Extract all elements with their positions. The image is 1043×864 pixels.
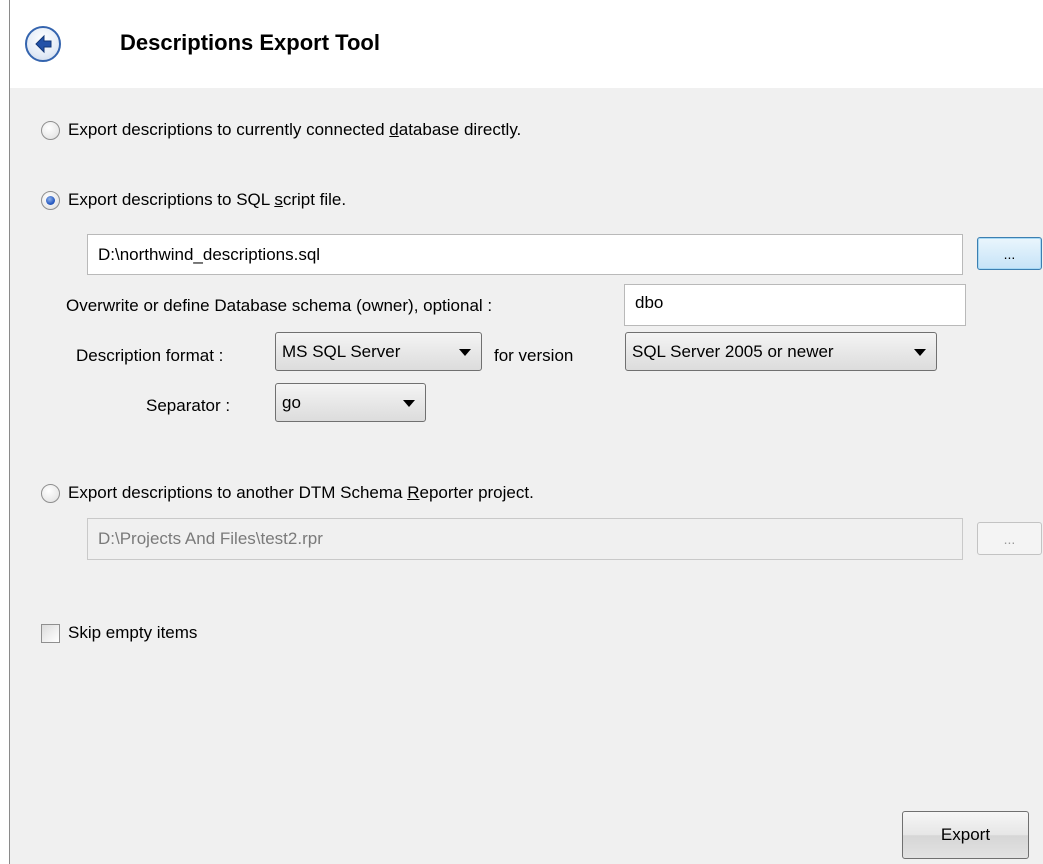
page-title: Descriptions Export Tool [120, 30, 380, 55]
sql-file-path-input[interactable]: D:\northwind_descriptions.sql [87, 234, 963, 275]
separator-label: Separator : [146, 396, 231, 415]
description-format-value: MS SQL Server [282, 341, 401, 361]
radio-export-project-label: Export descriptions to another DTM Schem… [68, 483, 534, 502]
separator-value: go [282, 392, 301, 412]
chevron-down-icon [914, 348, 926, 356]
back-button[interactable] [25, 26, 61, 62]
radio-export-project[interactable]: Export descriptions to another DTM Schem… [41, 483, 534, 503]
version-select[interactable]: SQL Server 2005 or newer [625, 332, 937, 371]
chevron-down-icon [459, 348, 471, 356]
radio-button-selected[interactable] [41, 190, 60, 210]
version-value: SQL Server 2005 or newer [632, 341, 834, 361]
sql-file-browse-button[interactable]: ... [977, 237, 1042, 270]
schema-label: Overwrite or define Database schema (own… [66, 296, 493, 315]
export-tool-window: Descriptions Export Tool Export descript… [0, 0, 1043, 864]
description-format-select[interactable]: MS SQL Server [275, 332, 482, 371]
version-label: for version [494, 346, 574, 365]
radio-export-sql-script[interactable]: Export descriptions to SQL script file. [41, 190, 346, 210]
radio-export-direct[interactable]: Export descriptions to currently connect… [41, 120, 521, 140]
schema-owner-input[interactable]: dbo [624, 284, 966, 326]
project-file-path-input[interactable]: D:\Projects And Files\test2.rpr [87, 518, 963, 560]
back-arrow-icon [35, 34, 52, 54]
window-left-edge [9, 0, 10, 88]
skip-empty-checkbox[interactable] [41, 624, 60, 643]
radio-selected-dot [46, 195, 55, 205]
export-button[interactable]: Export [902, 811, 1029, 859]
radio-button[interactable] [41, 483, 60, 503]
separator-select[interactable]: go [275, 383, 426, 422]
chevron-down-icon [403, 399, 415, 407]
radio-button[interactable] [41, 120, 60, 140]
description-format-label: Description format : [76, 346, 224, 365]
skip-empty-label: Skip empty items [68, 623, 198, 642]
project-file-browse-button[interactable]: ... [977, 522, 1042, 555]
radio-export-direct-label: Export descriptions to currently connect… [68, 120, 522, 139]
radio-export-sql-script-label: Export descriptions to SQL script file. [68, 190, 347, 209]
